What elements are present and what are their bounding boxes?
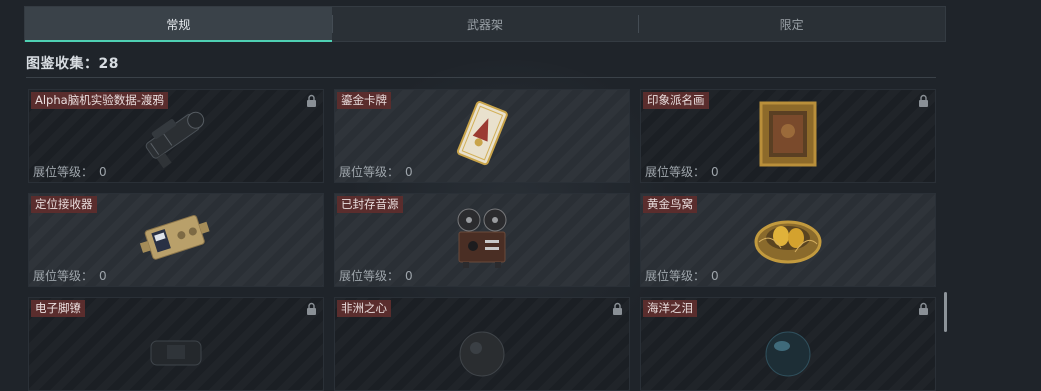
display-level-value: 0 <box>99 165 107 179</box>
item-name: 印象派名画 <box>643 92 709 109</box>
gilded-card-icon <box>452 99 512 173</box>
display-level-label: 展位等级： <box>645 165 706 179</box>
golden-nest-icon <box>751 208 825 272</box>
display-level-label: 展位等级： <box>33 269 94 283</box>
lock-icon <box>307 94 316 107</box>
tab-regular[interactable]: 常规 <box>25 7 332 42</box>
item-name: 鎏金卡牌 <box>337 92 391 109</box>
display-level: 展位等级： 0 <box>645 267 719 284</box>
display-level: 展位等级： 0 <box>33 163 107 180</box>
display-level: 展位等级： 0 <box>339 163 413 180</box>
display-level: 展位等级： 0 <box>645 163 719 180</box>
ankle-monitor-icon <box>141 331 211 375</box>
lock-icon <box>919 94 928 107</box>
ocean-gem-icon <box>758 328 818 382</box>
item-card-golden-nest[interactable]: 黄金鸟窝 展位等级： 0 <box>640 193 936 287</box>
display-level-value: 0 <box>711 165 719 179</box>
item-card-alpha-data[interactable]: Alpha脑机实验数据-渡鸦 展位等级： 0 <box>28 89 324 183</box>
item-card-electronic-shackle[interactable]: 电子脚镣 <box>28 297 324 391</box>
item-name: 海洋之泪 <box>643 300 697 317</box>
tab-limited[interactable]: 限定 <box>638 7 945 41</box>
display-level-value: 0 <box>99 269 107 283</box>
display-level-value: 0 <box>711 269 719 283</box>
item-name: 电子脚镣 <box>31 300 85 317</box>
item-card-tear-of-ocean[interactable]: 海洋之泪 <box>640 297 936 391</box>
display-level-label: 展位等级： <box>339 165 400 179</box>
item-card-sealed-audio[interactable]: 已封存音源 展位等级： 0 <box>334 193 630 287</box>
item-name: 黄金鸟窝 <box>643 196 697 213</box>
display-level: 展位等级： 0 <box>339 267 413 284</box>
display-level-value: 0 <box>405 269 413 283</box>
tab-weapon-rack[interactable]: 武器架 <box>331 7 639 41</box>
item-card-locator-receiver[interactable]: 定位接收器 展位等级： 0 <box>28 193 324 287</box>
framed-painting-icon <box>757 101 819 171</box>
item-card-gilded-card[interactable]: 鎏金卡牌 展位等级： 0 <box>334 89 630 183</box>
divider <box>26 77 936 78</box>
item-name: 非洲之心 <box>337 300 391 317</box>
lock-icon <box>613 302 622 315</box>
item-card-heart-of-africa[interactable]: 非洲之心 <box>334 297 630 391</box>
display-level-label: 展位等级： <box>33 165 94 179</box>
item-name: 定位接收器 <box>31 196 97 213</box>
receiver-device-icon <box>138 208 214 272</box>
category-tabs: 常规 武器架 限定 <box>24 6 946 42</box>
lock-icon <box>919 302 928 315</box>
display-level-label: 展位等级： <box>645 269 706 283</box>
display-level: 展位等级： 0 <box>33 267 107 284</box>
scrollbar-thumb[interactable] <box>944 292 947 332</box>
dark-gem-icon <box>452 328 512 382</box>
display-level-value: 0 <box>405 165 413 179</box>
item-card-impressionist-painting[interactable]: 印象派名画 展位等级： 0 <box>640 89 936 183</box>
collection-count: 图鉴收集：28 <box>26 56 119 72</box>
collection-grid: Alpha脑机实验数据-渡鸦 展位等级： 0 鎏金卡牌 展位等级： 0 印象派名… <box>28 89 936 391</box>
item-name: Alpha脑机实验数据-渡鸦 <box>31 92 168 109</box>
item-name: 已封存音源 <box>337 196 403 213</box>
lock-icon <box>307 302 316 315</box>
reel-recorder-icon <box>449 206 515 274</box>
display-level-label: 展位等级： <box>339 269 400 283</box>
camera-gear-icon <box>136 99 216 173</box>
